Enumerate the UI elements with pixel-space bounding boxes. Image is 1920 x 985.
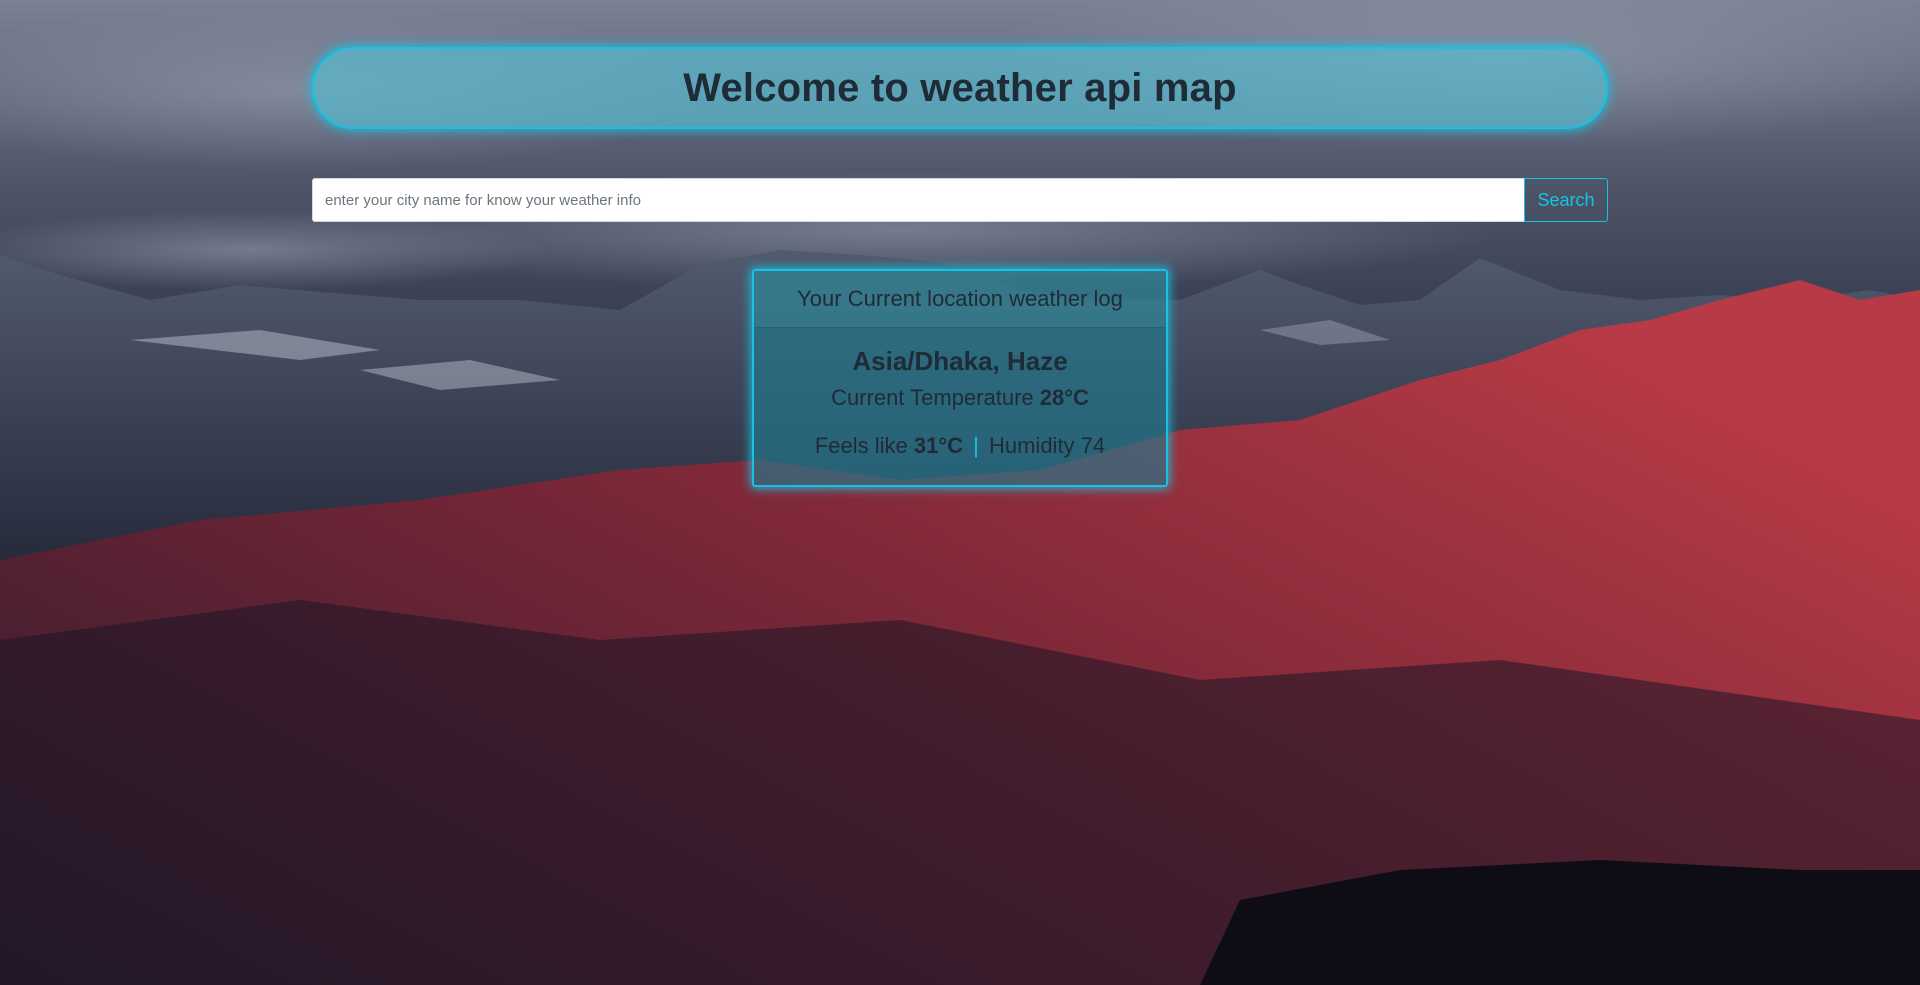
feels-like-value: 31°C bbox=[913, 433, 964, 458]
humidity-label: Humidity bbox=[988, 433, 1075, 458]
header-banner: Welcome to weather api map bbox=[312, 47, 1608, 129]
search-bar: Search bbox=[312, 178, 1608, 222]
weather-card-title: Your Current location weather log bbox=[754, 271, 1166, 328]
feels-like-label: Feels like bbox=[814, 433, 908, 458]
humidity-value: 74 bbox=[1080, 433, 1106, 458]
page-title: Welcome to weather api map bbox=[683, 65, 1237, 110]
search-button[interactable]: Search bbox=[1524, 178, 1608, 222]
feels-humidity-row: Feels like 31°C | Humidity 74 bbox=[754, 433, 1166, 459]
page: Welcome to weather api map Search Your C… bbox=[0, 0, 1920, 985]
temperature-label: Current Temperature bbox=[831, 385, 1034, 410]
separator: | bbox=[973, 433, 979, 458]
location-condition: Asia/Dhaka, Haze bbox=[852, 346, 1068, 376]
city-search-input[interactable] bbox=[312, 178, 1524, 222]
weather-card: Your Current location weather log Asia/D… bbox=[752, 269, 1168, 487]
temperature-value: 28°C bbox=[1039, 385, 1089, 410]
current-temperature: Current Temperature 28°C bbox=[754, 385, 1166, 411]
